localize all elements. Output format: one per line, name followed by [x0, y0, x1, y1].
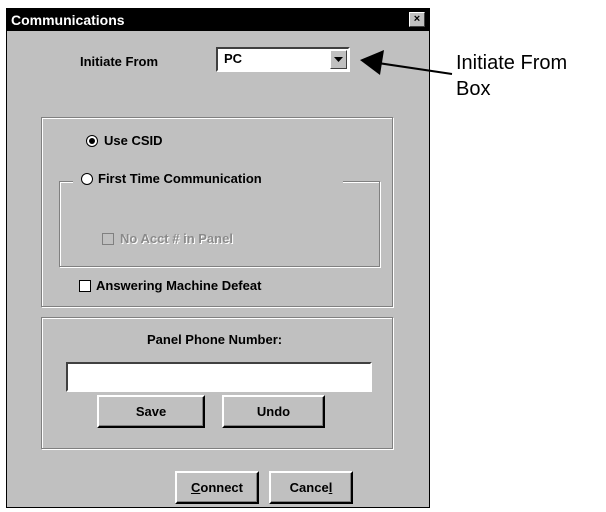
annotation-text: Initiate From Box: [456, 50, 567, 102]
annotation-line-2: Box: [456, 78, 491, 100]
annotation-line-1: Initiate From: [456, 52, 568, 74]
